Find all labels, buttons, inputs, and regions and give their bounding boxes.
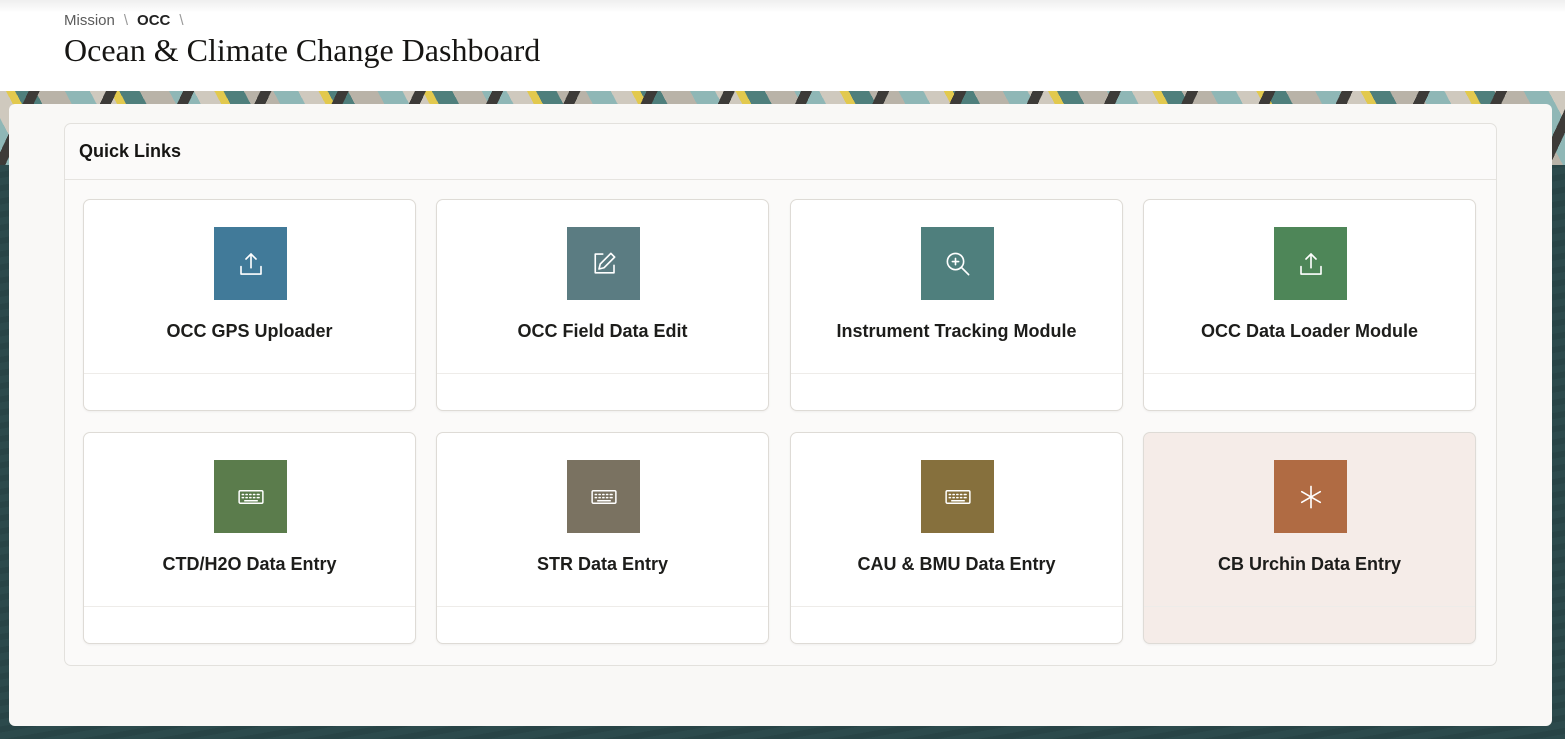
quick-links-header: Quick Links — [65, 124, 1496, 180]
card-occ-gps-uploader[interactable]: OCC GPS Uploader — [83, 199, 416, 411]
keyboard-icon — [214, 460, 287, 533]
card-footer — [791, 373, 1122, 410]
page: Mission \ OCC \ Ocean & Climate Change D… — [0, 0, 1565, 739]
breadcrumb: Mission \ OCC \ — [64, 12, 193, 29]
card-label: STR Data Entry — [536, 554, 669, 574]
card-footer — [791, 606, 1122, 643]
breadcrumb-item-mission[interactable]: Mission — [64, 12, 115, 29]
card-footer — [84, 606, 415, 643]
card-instrument-tracking-module[interactable]: Instrument Tracking Module — [790, 199, 1123, 411]
card-occ-data-loader-module[interactable]: OCC Data Loader Module — [1143, 199, 1476, 411]
card-ctd-h2o-data-entry[interactable]: CTD/H2O Data Entry — [83, 432, 416, 644]
card-footer — [1144, 373, 1475, 410]
card-label: CB Urchin Data Entry — [1217, 554, 1402, 574]
quick-links-region: Quick Links OCC GPS Uploader OCC Field D… — [64, 123, 1497, 666]
main-content-container: Quick Links OCC GPS Uploader OCC Field D… — [9, 104, 1552, 726]
keyboard-icon — [567, 460, 640, 533]
card-label: Instrument Tracking Module — [836, 321, 1077, 341]
upload-icon — [1274, 227, 1347, 300]
card-footer — [1144, 606, 1475, 643]
card-str-data-entry[interactable]: STR Data Entry — [436, 432, 769, 644]
card-label: CAU & BMU Data Entry — [857, 554, 1056, 574]
breadcrumb-separator: \ — [123, 12, 129, 29]
page-title: Ocean & Climate Change Dashboard — [64, 32, 541, 68]
card-cau-bmu-data-entry[interactable]: CAU & BMU Data Entry — [790, 432, 1123, 644]
card-label: OCC Field Data Edit — [517, 321, 688, 341]
breadcrumb-item-occ: OCC — [137, 12, 171, 29]
breadcrumb-separator: \ — [179, 12, 184, 29]
card-cb-urchin-data-entry[interactable]: CB Urchin Data Entry — [1143, 432, 1476, 644]
asterisk-icon — [1274, 460, 1347, 533]
card-footer — [437, 606, 768, 643]
quick-links-title: Quick Links — [79, 141, 182, 161]
card-label: OCC Data Loader Module — [1200, 321, 1419, 341]
zoom-in-icon — [921, 227, 994, 300]
card-footer — [84, 373, 415, 410]
card-occ-field-data-edit[interactable]: OCC Field Data Edit — [436, 199, 769, 411]
edit-icon — [567, 227, 640, 300]
page-header: Mission \ OCC \ Ocean & Climate Change D… — [0, 0, 1565, 91]
card-label: CTD/H2O Data Entry — [162, 554, 337, 574]
card-label: OCC GPS Uploader — [166, 321, 333, 341]
upload-icon — [214, 227, 287, 300]
card-footer — [437, 373, 768, 410]
keyboard-icon — [921, 460, 994, 533]
